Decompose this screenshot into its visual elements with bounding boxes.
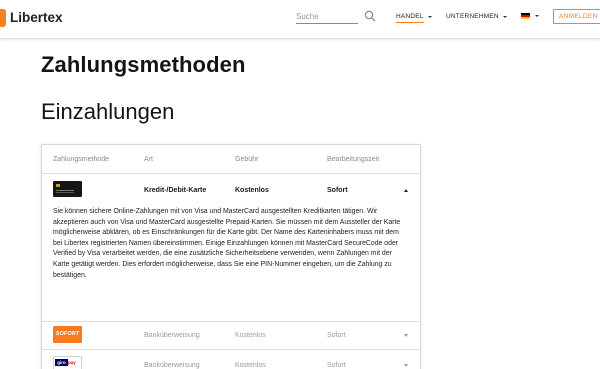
credit-card-icon xyxy=(53,181,82,197)
logo-mark-icon xyxy=(0,9,6,27)
column-header-type: Art xyxy=(144,156,153,163)
active-nav-underline xyxy=(396,22,424,23)
libertex-logo[interactable]: Libertex xyxy=(0,9,63,27)
section-title: Einzahlungen xyxy=(41,99,175,124)
row-time: Sofort xyxy=(327,362,346,369)
table-header: Zahlungsmethode Art Gebühr Bearbeitungsz… xyxy=(42,145,420,174)
row-type: Kredit-/Debit-Karte xyxy=(144,187,207,194)
giropay-logo-icon: giro pay xyxy=(53,356,82,369)
row-description: Sie können sichere Online-Zahlungen mit … xyxy=(53,208,401,279)
login-button[interactable]: ANMELDEN xyxy=(553,9,600,24)
row-type: Banküberweisung xyxy=(144,332,200,339)
page-title: Zahlungsmethoden xyxy=(41,52,246,77)
nav-handel[interactable]: HANDEL xyxy=(396,13,432,20)
table-row-card[interactable]: Kredit-/Debit-Karte Kostenlos Sofort Sie… xyxy=(42,175,420,322)
top-header: Libertex HANDEL UNTERNEHMEN ANMELDEN xyxy=(0,0,600,38)
row-time: Sofort xyxy=(327,187,348,194)
nav-unternehmen[interactable]: UNTERNEHMEN xyxy=(446,13,507,20)
card-lines-icon xyxy=(56,190,74,191)
chevron-down-icon xyxy=(502,15,507,18)
table-row-giropay[interactable]: giro pay Banküberweisung Kostenlos Sofor… xyxy=(42,351,420,369)
language-selector[interactable] xyxy=(521,13,539,19)
giropay-logo-giro: giro xyxy=(55,359,68,366)
expand-arrow-icon[interactable] xyxy=(404,364,408,367)
giropay-logo-pay: pay xyxy=(68,360,76,365)
column-header-method: Zahlungsmethode xyxy=(53,156,110,163)
search-icon[interactable] xyxy=(364,10,376,22)
logo-text: Libertex xyxy=(10,10,63,25)
row-fee: Kostenlos xyxy=(235,187,269,194)
nav-unternehmen-label: UNTERNEHMEN xyxy=(446,13,499,20)
expand-arrow-icon[interactable] xyxy=(404,334,408,337)
chevron-down-icon xyxy=(427,15,432,18)
column-header-time: Bearbeitungszeit xyxy=(327,156,380,163)
payment-methods-table: Zahlungsmethode Art Gebühr Bearbeitungsz… xyxy=(41,144,421,369)
sofort-logo-icon: SOFORT xyxy=(53,326,82,343)
row-fee: Kostenlos xyxy=(235,362,266,369)
card-chip-icon xyxy=(56,184,60,187)
nav-handel-label: HANDEL xyxy=(396,13,424,20)
german-flag-icon xyxy=(521,13,530,19)
row-time: Sofort xyxy=(327,332,346,339)
row-fee: Kostenlos xyxy=(235,332,266,339)
search-input[interactable] xyxy=(296,10,358,24)
row-type: Banküberweisung xyxy=(144,362,200,369)
table-row-sofort[interactable]: SOFORT Banküberweisung Kostenlos Sofort xyxy=(42,322,420,350)
column-header-fee: Gebühr xyxy=(235,156,259,163)
collapse-arrow-icon[interactable] xyxy=(404,189,408,192)
chevron-down-icon xyxy=(535,15,539,17)
